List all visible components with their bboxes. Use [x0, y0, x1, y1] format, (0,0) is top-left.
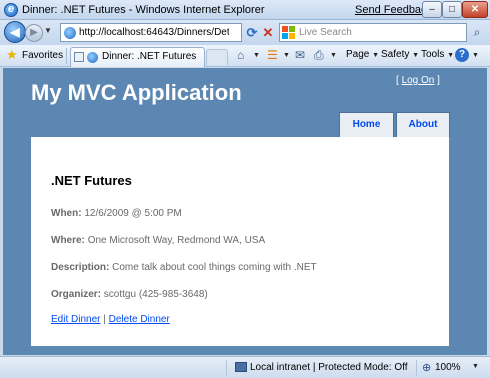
forward-button[interactable]: ▶: [25, 24, 43, 42]
safety-menu[interactable]: Safety ▼: [381, 49, 419, 60]
back-button[interactable]: ◀: [4, 21, 26, 43]
page-icon: [64, 27, 76, 39]
where-value: One Microsoft Way, Redmond WA, USA: [87, 235, 266, 246]
safety-menu-label: Safety: [381, 49, 410, 60]
home-icon[interactable]: ⌂: [237, 48, 244, 62]
tab-label: Dinner: .NET Futures: [102, 51, 197, 62]
link-separator: |: [103, 314, 106, 325]
refresh-icon[interactable]: ⟳: [244, 23, 260, 42]
search-box[interactable]: Live Search: [279, 23, 467, 42]
help-dropdown-icon[interactable]: ▼: [472, 52, 479, 59]
print-icon[interactable]: ⎙: [314, 48, 324, 62]
status-bar: Local intranet | Protected Mode: Off ⊕ 1…: [0, 356, 490, 378]
edit-dinner-link[interactable]: Edit Dinner: [51, 314, 100, 325]
tools-menu[interactable]: Tools ▼: [421, 49, 454, 60]
favorites-button[interactable]: Favorites: [22, 50, 63, 61]
where-label: Where:: [51, 235, 85, 246]
maximize-button[interactable]: □: [442, 1, 462, 18]
search-icon[interactable]: ⌕: [468, 24, 486, 41]
close-button[interactable]: ✕: [462, 1, 488, 18]
home-dropdown-icon[interactable]: ▼: [253, 52, 260, 59]
status-divider: [416, 360, 417, 376]
description-field: Description: Come talk about cool things…: [51, 262, 317, 273]
organizer-value: scottgu (425-985-3648): [103, 289, 208, 300]
page-viewport: My MVC Application [ Log On ] Home About…: [3, 68, 487, 355]
when-label: When:: [51, 208, 82, 219]
address-url[interactable]: http://localhost:64643/Dinners/Details/1: [79, 27, 229, 38]
mail-icon[interactable]: ✉: [295, 48, 305, 62]
stop-icon[interactable]: ✕: [260, 23, 276, 42]
send-feedback-link[interactable]: Send Feedback: [355, 4, 432, 16]
minimize-button[interactable]: –: [422, 1, 442, 18]
zoom-level[interactable]: 100%: [435, 362, 461, 373]
address-toolbar: ◀ ▶ ▼ http://localhost:64643/Dinners/Det…: [0, 20, 490, 45]
main-content: .NET Futures When: 12/6/2009 @ 5:00 PM W…: [31, 137, 449, 346]
organizer-field: Organizer: scottgu (425-985-3648): [51, 289, 208, 300]
separator: [66, 48, 67, 64]
command-bar: ★ Favorites Dinner: .NET Futures ⌂ ▼ ☰ ▼…: [0, 45, 490, 67]
login-display: [ Log On ]: [396, 75, 440, 86]
action-links: Edit Dinner | Delete Dinner: [51, 314, 170, 325]
zoom-icon[interactable]: ⊕: [422, 361, 431, 374]
status-divider: [226, 360, 227, 376]
zoom-dropdown-icon[interactable]: ▼: [472, 363, 479, 370]
window-title: Dinner: .NET Futures - Windows Internet …: [22, 4, 265, 16]
favorites-star-icon: ★: [6, 47, 18, 62]
search-input[interactable]: Live Search: [299, 27, 352, 38]
title-bar: e Dinner: .NET Futures - Windows Interne…: [0, 0, 490, 20]
menu-about-tab[interactable]: About: [396, 112, 450, 137]
dinner-title: .NET Futures: [51, 173, 132, 188]
log-on-link[interactable]: Log On: [402, 75, 435, 86]
tab-dinner[interactable]: Dinner: .NET Futures: [70, 47, 205, 67]
tab-page-icon: [87, 52, 98, 63]
description-label: Description:: [51, 262, 110, 273]
description-value: Come talk about cool things coming with …: [112, 262, 317, 273]
login-bracket-close: ]: [437, 75, 440, 86]
where-field: Where: One Microsoft Way, Redmond WA, US…: [51, 235, 265, 246]
when-field: When: 12/6/2009 @ 5:00 PM: [51, 208, 182, 219]
delete-dinner-link[interactable]: Delete Dinner: [109, 314, 170, 325]
organizer-label: Organizer:: [51, 289, 102, 300]
feeds-icon[interactable]: ☰: [267, 48, 278, 62]
site-title: My MVC Application: [31, 80, 242, 105]
help-icon[interactable]: ?: [455, 48, 469, 62]
login-bracket-open: [: [396, 75, 399, 86]
tools-menu-label: Tools: [421, 49, 445, 60]
quick-tabs-icon[interactable]: [74, 52, 84, 62]
history-dropdown-icon[interactable]: ▼: [44, 26, 54, 38]
intranet-zone-icon: [235, 362, 247, 372]
security-zone-text[interactable]: Local intranet | Protected Mode: Off: [250, 362, 408, 373]
live-search-logo-icon: [282, 26, 296, 39]
new-tab-button[interactable]: [206, 49, 228, 65]
page-menu-label: Page: [346, 49, 370, 60]
when-value: 12/6/2009 @ 5:00 PM: [84, 208, 182, 219]
ie-logo-icon: e: [4, 3, 18, 17]
page-menu[interactable]: Page ▼: [346, 49, 379, 60]
menu-home-tab[interactable]: Home: [339, 112, 394, 137]
feeds-dropdown-icon[interactable]: ▼: [283, 52, 290, 59]
address-bar[interactable]: http://localhost:64643/Dinners/Details/1…: [60, 23, 300, 42]
print-dropdown-icon[interactable]: ▼: [330, 52, 337, 59]
